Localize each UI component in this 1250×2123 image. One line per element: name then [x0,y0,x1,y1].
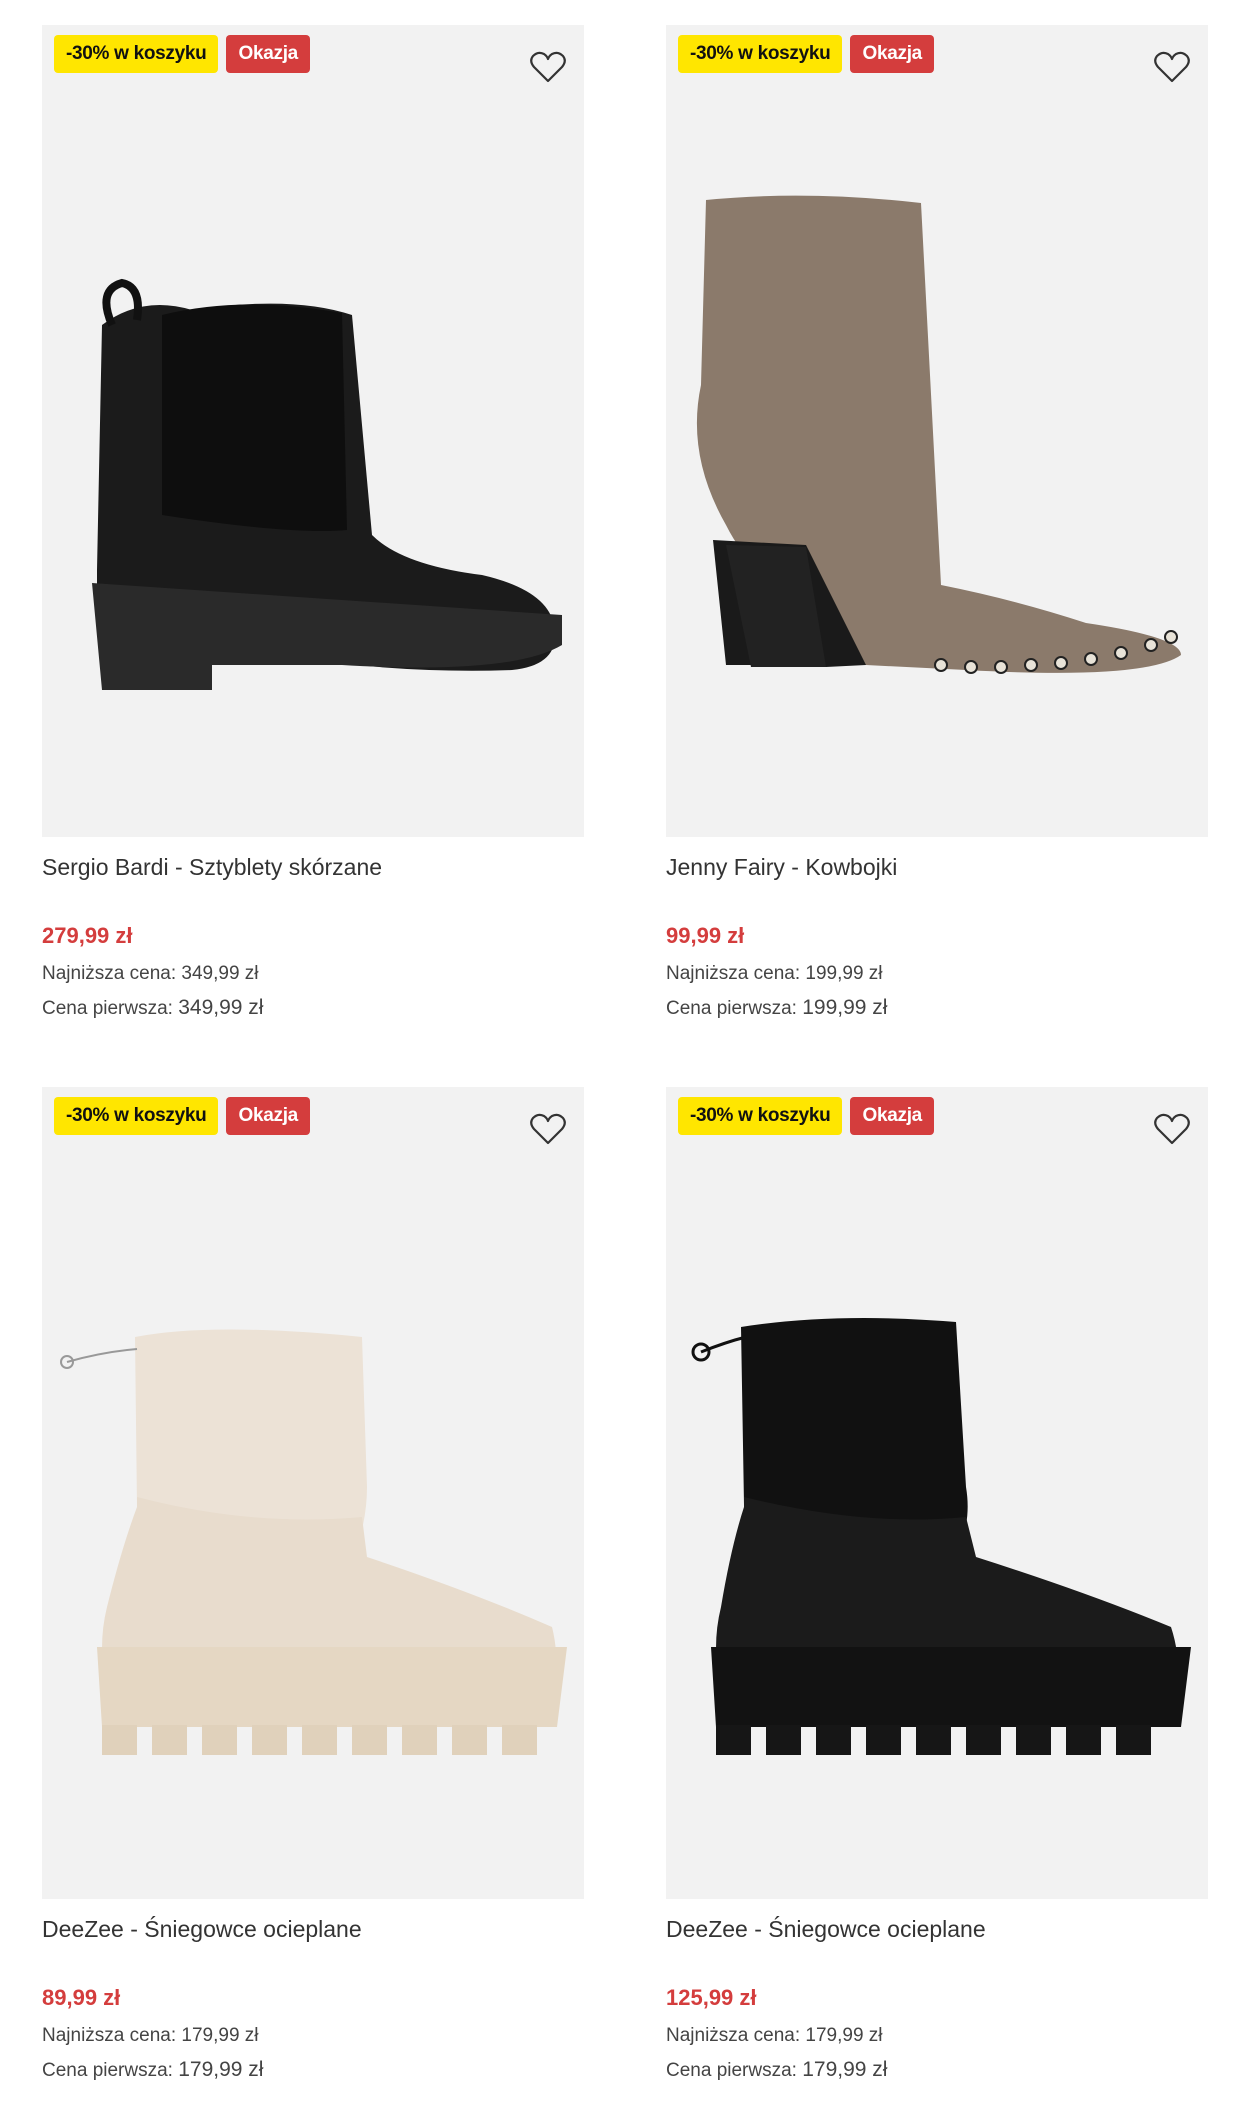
first-price: Cena pierwsza: 349,99 zł [42,997,584,1020]
heart-icon [530,1113,566,1145]
deal-badge: Okazja [850,35,934,73]
product-card[interactable]: -30% w koszyku Okazja DeeZee - Śniegowce… [42,1087,584,2082]
heart-icon [1154,1113,1190,1145]
product-card[interactable]: -30% w koszyku Okazja Sergio Bardi - Szt… [42,25,584,1020]
lowest-price-value: 349,99 zł [181,963,259,984]
first-price-value: 199,99 zł [802,996,888,1019]
first-price-label: Cena pierwsza: [42,998,173,1019]
first-price-value: 179,99 zł [178,2058,264,2081]
promo-badge: -30% w koszyku [678,35,843,73]
deal-badge: Okazja [226,35,310,73]
lowest-price-value: 179,99 zł [181,2025,259,2046]
heart-icon [530,51,566,83]
favorite-button[interactable] [526,45,570,89]
chelsea-boot-image [92,278,562,690]
product-name[interactable]: Jenny Fairy - Kowbojki [666,851,1208,883]
first-price-value: 179,99 zł [802,2058,888,2081]
product-name[interactable]: DeeZee - Śniegowce ocieplane [42,1913,584,1945]
product-image[interactable]: -30% w koszyku Okazja [42,1087,584,1899]
product-card[interactable]: -30% w koszyku Okazja DeeZee - Śniegowce… [666,1087,1208,2082]
lowest-price: Najniższa cena: 179,99 zł [666,2025,1208,2047]
first-price: Cena pierwsza: 179,99 zł [42,2059,584,2082]
cowboy-boot-image [696,195,1181,674]
product-price: 125,99 zł [666,1985,757,2010]
lowest-price: Najniższa cena: 199,99 zł [666,963,1208,985]
first-price: Cena pierwsza: 179,99 zł [666,2059,1208,2082]
product-image[interactable]: -30% w koszyku Okazja [666,25,1208,837]
deal-badge: Okazja [226,1097,310,1135]
lowest-price-value: 199,99 zł [805,963,883,984]
snow-boot-image [60,1329,567,1755]
lowest-price-label: Najniższa cena: [666,963,801,984]
promo-badge: -30% w koszyku [678,1097,843,1135]
product-image[interactable]: -30% w koszyku Okazja [666,1087,1208,1899]
first-price-label: Cena pierwsza: [666,998,797,1019]
lowest-price-label: Najniższa cena: [42,963,177,984]
favorite-button[interactable] [526,1107,570,1151]
favorite-button[interactable] [1150,45,1194,89]
first-price: Cena pierwsza: 199,99 zł [666,997,1208,1020]
lowest-price: Najniższa cena: 349,99 zł [42,963,584,985]
product-name[interactable]: Sergio Bardi - Sztyblety skórzane [42,851,584,883]
product-price: 89,99 zł [42,1985,121,2010]
product-image[interactable]: -30% w koszyku Okazja [42,25,584,837]
heart-icon [1154,51,1190,83]
deal-badge: Okazja [850,1097,934,1135]
product-price: 99,99 zł [666,923,745,948]
lowest-price-value: 179,99 zł [805,2025,883,2046]
first-price-label: Cena pierwsza: [666,2060,797,2081]
promo-badge: -30% w koszyku [54,1097,219,1135]
lowest-price: Najniższa cena: 179,99 zł [42,2025,584,2047]
favorite-button[interactable] [1150,1107,1194,1151]
lowest-price-label: Najniższa cena: [666,2025,801,2046]
product-card[interactable]: -30% w koszyku Okazja Jenny Fairy - Kowb… [666,25,1208,1020]
first-price-label: Cena pierwsza: [42,2060,173,2081]
promo-badge: -30% w koszyku [54,35,219,73]
first-price-value: 349,99 zł [178,996,264,1019]
lowest-price-label: Najniższa cena: [42,2025,177,2046]
snow-boot-image [691,1318,1191,1755]
product-name[interactable]: DeeZee - Śniegowce ocieplane [666,1913,1208,1945]
product-price: 279,99 zł [42,923,133,948]
